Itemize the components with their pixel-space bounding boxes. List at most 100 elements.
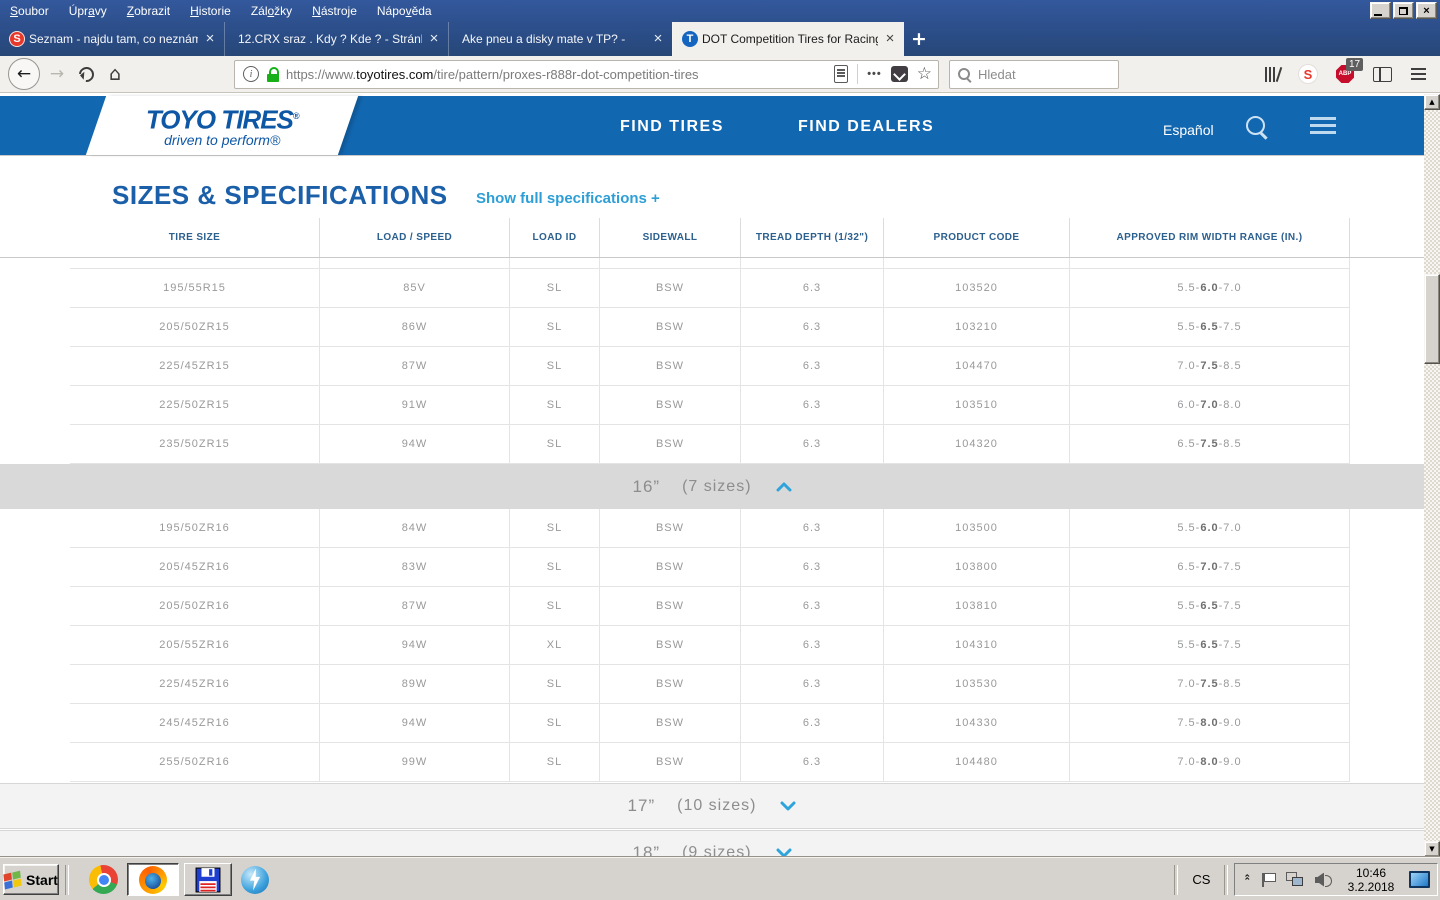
network-tray-icon[interactable] [1286, 872, 1305, 887]
toyo-logo[interactable]: TOYO TIRES® driven to perform® [86, 96, 358, 155]
cell: 103500 [884, 509, 1070, 547]
adblock-badge: 17 [1346, 58, 1363, 71]
page-actions-icon[interactable]: ••• [867, 68, 882, 80]
cell-rim-width: 5.5-6.5-7.5 [1070, 587, 1350, 625]
cell: 103530 [884, 665, 1070, 703]
cell: 103810 [884, 587, 1070, 625]
menu-hamburger-icon[interactable] [1411, 68, 1426, 80]
language-indicator[interactable]: CS [1184, 872, 1218, 887]
nav-find-dealers[interactable]: FIND DEALERS [798, 118, 934, 136]
cell-rim-width: 5.5-6.5-7.5 [1070, 308, 1350, 346]
table-row: 195/55R1585VSLBSW6.31035205.5-6.0-7.0 [70, 269, 1350, 308]
tab-close-icon[interactable]: × [882, 31, 898, 47]
tray-divider2 [1224, 865, 1228, 895]
cell: 103800 [884, 548, 1070, 586]
page-scrollbar[interactable]: ▲ ▼ [1424, 94, 1440, 857]
url-bar[interactable]: i https://www.toyotires.com/tire/pattern… [234, 60, 939, 89]
floppy-disk-icon [195, 867, 221, 893]
system-tray: CS ⌃⌃ 10:46 3.2.2018 [1168, 858, 1440, 900]
reload-button[interactable] [72, 67, 100, 82]
desktop-screen: SouborÚpravyZobrazitHistorieZáložkyNástr… [0, 0, 1440, 900]
search-bar[interactable]: Hledat [949, 60, 1119, 89]
menu-accesskey: N [312, 4, 321, 18]
cell: BSW [600, 743, 741, 781]
menu-item-úpravy[interactable]: Úpravy [59, 0, 117, 22]
site-info-icon[interactable]: i [243, 66, 259, 82]
menu-item-historie[interactable]: Historie [180, 0, 241, 22]
size-section-toggle-17[interactable]: 17”(10 sizes) [0, 783, 1424, 829]
minimize-button[interactable] [1370, 2, 1391, 19]
tab-close-icon[interactable]: × [650, 31, 666, 47]
daemon-tools-taskbar-icon[interactable] [241, 866, 269, 894]
show-full-specifications-link[interactable]: Show full specifications + [476, 190, 660, 207]
cell [70, 257, 320, 268]
scroll-down-button[interactable]: ▼ [1424, 841, 1440, 857]
cell: 235/50ZR15 [70, 425, 320, 463]
cell [510, 257, 600, 268]
nav-find-tires[interactable]: FIND TIRES [620, 118, 724, 136]
table-row: 205/50ZR1586WSLBSW6.31032105.5-6.5-7.5 [70, 308, 1350, 347]
cell: 6.3 [741, 386, 884, 424]
flag-tray-icon[interactable] [1260, 872, 1276, 888]
start-button[interactable]: Start [3, 864, 59, 895]
windows-logo-icon [3, 871, 23, 889]
menu-item-záložky[interactable]: Záložky [241, 0, 302, 22]
cell: BSW [600, 509, 741, 547]
toyo-logo-text: TOYO TIRES® driven to perform® [146, 104, 299, 148]
seznam-extension-icon[interactable]: S [1299, 65, 1317, 83]
menu-item-soubor[interactable]: Soubor [0, 0, 59, 22]
scrollbar-thumb[interactable] [1424, 274, 1440, 364]
site-menu-icon[interactable] [1310, 117, 1336, 134]
sidebar-toggle-icon[interactable] [1373, 67, 1392, 82]
language-link[interactable]: Español [1163, 122, 1214, 138]
cell: 255/50ZR16 [70, 743, 320, 781]
navigation-toolbar: ← → ⌂ i https://www.toyotires.com/tire/p… [0, 56, 1440, 93]
close-button[interactable]: × [1416, 2, 1437, 19]
pocket-icon[interactable] [891, 66, 908, 82]
reader-mode-icon[interactable] [834, 65, 848, 83]
home-button[interactable]: ⌂ [100, 63, 130, 85]
file-manager-taskbar-button[interactable] [184, 863, 232, 896]
show-hidden-icons[interactable]: ⌃⌃ [1243, 875, 1251, 884]
restore-button[interactable] [1393, 2, 1414, 19]
scroll-up-button[interactable]: ▲ [1424, 94, 1440, 110]
tab-close-icon[interactable]: × [202, 31, 218, 47]
cell: 104320 [884, 425, 1070, 463]
cell: SL [510, 665, 600, 703]
new-tab-button[interactable]: + [904, 22, 934, 56]
cell: 6.3 [741, 347, 884, 385]
chrome-taskbar-icon[interactable] [89, 865, 118, 894]
browser-tab[interactable]: SSeznam - najdu tam, co neznám× [0, 22, 224, 56]
menu-accesskey: S [10, 4, 18, 18]
browser-tab[interactable]: TDOT Competition Tires for Racing× [672, 22, 904, 56]
cell: 6.3 [741, 665, 884, 703]
library-icon[interactable] [1265, 66, 1280, 82]
display-tray-icon[interactable] [1409, 871, 1430, 888]
table-row: 255/50ZR1699WSLBSW6.31044807.0-8.0-9.0 [70, 743, 1350, 782]
volume-tray-icon[interactable] [1315, 873, 1331, 887]
tab-close-icon[interactable]: × [426, 31, 442, 47]
back-button[interactable]: ← [8, 58, 40, 90]
browser-tab[interactable]: 12.CRX sraz . Kdy ? Kde ? - Stránky 2 -× [224, 22, 448, 56]
size-section-toggle-16[interactable]: 16”(7 sizes) [0, 464, 1424, 509]
adblock-extension[interactable]: ABP 17 [1336, 65, 1354, 83]
padlock-icon[interactable] [267, 67, 279, 82]
clock: 10:46 3.2.2018 [1340, 866, 1402, 894]
start-label: Start [26, 872, 58, 888]
cell: SL [510, 425, 600, 463]
menu-item-zobrazit[interactable]: Zobrazit [117, 0, 180, 22]
size-section-toggle-18[interactable]: 18”(9 sizes) [0, 830, 1424, 857]
window-controls: × [1370, 2, 1437, 19]
cell-rim-width: 5.5-6.5-7.5 [1070, 626, 1350, 664]
cell: 205/45ZR16 [70, 548, 320, 586]
menu-item-nápověda[interactable]: Nápověda [367, 0, 442, 22]
menu-item-nástroje[interactable]: Nástroje [302, 0, 367, 22]
bookmark-star-icon[interactable]: ☆ [917, 66, 932, 82]
cell: SL [510, 743, 600, 781]
site-search-icon[interactable] [1246, 116, 1265, 135]
browser-tab[interactable]: Ake pneu a disky mate v TP? -× [448, 22, 672, 56]
section-count-label: (9 sizes) [682, 844, 751, 857]
cell: SL [510, 548, 600, 586]
forward-button[interactable]: → [44, 64, 70, 84]
firefox-taskbar-button[interactable] [127, 863, 179, 896]
